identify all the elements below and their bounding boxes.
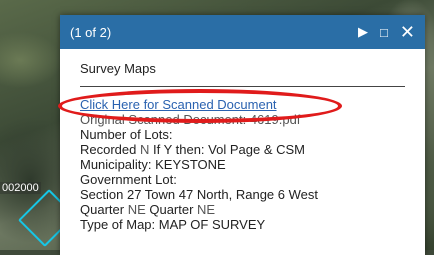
section-field: Section 27 Town 47 North, Range 6 West	[80, 187, 318, 202]
recorded-label: Recorded	[80, 142, 140, 157]
type-of-map-field: Type of Map: MAP OF SURVEY	[80, 217, 266, 232]
popup-counter: (1 of 2)	[70, 24, 112, 40]
maximize-icon[interactable]: □	[380, 25, 388, 40]
recorded-value: N	[139, 142, 150, 157]
recorded-rest: If Y then: Vol Page & CSM	[149, 142, 305, 157]
quarter-value: NE	[127, 202, 146, 217]
quarter-mid: Quarter	[145, 202, 198, 217]
popup-body: Survey Maps Click Here for Scanned Docum…	[60, 49, 425, 232]
recorded-field: Recorded N If Y then: Vol Page & CSM	[80, 142, 405, 157]
popup-header: (1 of 2) ▶ □ ✕	[60, 15, 425, 49]
attribute-list: Click Here for Scanned Document Original…	[80, 97, 405, 232]
scanned-document-field: Click Here for Scanned Document	[80, 97, 405, 112]
quarter-field: Quarter NE Quarter NE	[80, 202, 405, 217]
layer-title: Survey Maps	[80, 61, 405, 87]
number-of-lots-field: Number of Lots:	[80, 127, 173, 142]
close-icon[interactable]: ✕	[400, 23, 415, 41]
original-document-field: Original Scanned Document: 4619.pdf	[80, 112, 301, 127]
map-parcel-label: 002000	[0, 182, 41, 194]
municipality-field: Municipality: KEYSTONE	[80, 157, 226, 172]
quarter-prefix: Quarter	[80, 202, 128, 217]
next-feature-icon[interactable]: ▶	[358, 24, 368, 40]
scanned-document-link[interactable]: Click Here for Scanned Document	[80, 97, 277, 112]
quarter-value-2: NE	[197, 202, 216, 217]
government-lot-field: Government Lot:	[80, 172, 177, 187]
info-popup: (1 of 2) ▶ □ ✕ Survey Maps Click Here fo…	[60, 15, 425, 255]
